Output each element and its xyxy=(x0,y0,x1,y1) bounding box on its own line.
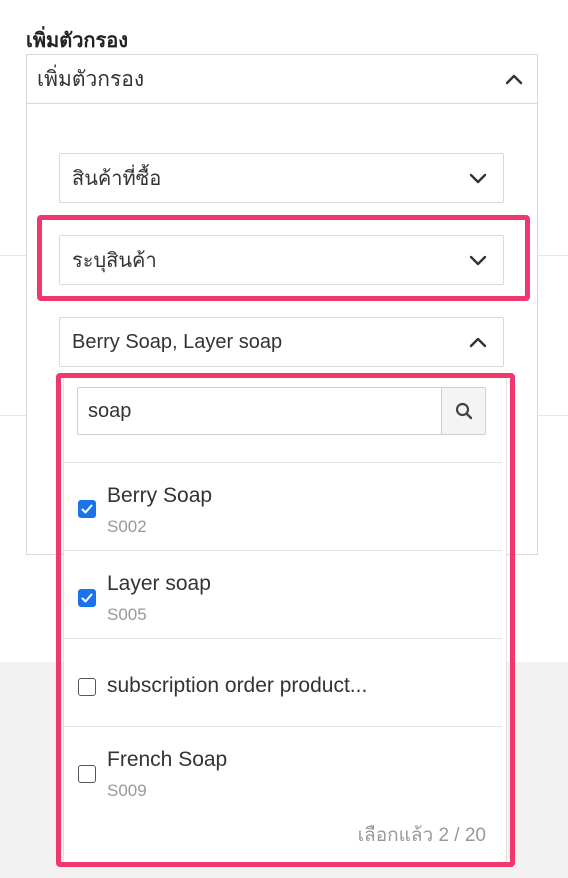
background-divider xyxy=(538,415,568,416)
add-filter-dropdown[interactable]: เพิ่มตัวกรอง xyxy=(26,54,538,104)
add-filter-label: เพิ่มตัวกรอง xyxy=(37,67,145,91)
chevron-down-icon xyxy=(467,249,489,271)
select-label: Berry Soap, Layer soap xyxy=(72,330,283,353)
search-icon xyxy=(455,402,472,420)
background-divider xyxy=(0,255,26,256)
select-label: ระบุสินค้า xyxy=(72,250,157,272)
checkbox[interactable] xyxy=(78,678,96,696)
product-search xyxy=(77,387,486,435)
chevron-up-icon xyxy=(467,331,489,353)
checkmark-icon xyxy=(81,593,93,603)
background-divider xyxy=(0,415,26,416)
list-item[interactable]: Layer soap S005 xyxy=(64,551,502,639)
select-label: สินค้าที่ซื้อ xyxy=(72,168,162,190)
option-name: French Soap xyxy=(107,748,228,771)
search-input[interactable] xyxy=(77,387,441,435)
checkbox[interactable] xyxy=(78,589,96,607)
chevron-down-icon xyxy=(467,167,489,189)
option-code: S002 xyxy=(107,517,147,536)
list-item[interactable]: Berry Soap S002 xyxy=(64,463,502,551)
search-button[interactable] xyxy=(441,387,486,435)
option-name: subscription order product... xyxy=(107,674,368,697)
chevron-up-icon xyxy=(503,68,525,90)
checkbox[interactable] xyxy=(78,500,96,518)
option-code: S009 xyxy=(107,781,147,800)
checkbox[interactable] xyxy=(78,765,96,783)
background-divider xyxy=(538,255,568,256)
list-item[interactable]: French Soap S009 xyxy=(64,727,502,815)
option-name: Layer soap xyxy=(107,572,211,595)
option-name: Berry Soap xyxy=(107,484,213,507)
section-title: เพิ่มตัวกรอง xyxy=(26,30,129,52)
product-multi-select[interactable]: Berry Soap, Layer soap xyxy=(59,317,504,367)
checkmark-icon xyxy=(81,504,93,514)
specify-product-select[interactable]: ระบุสินค้า xyxy=(59,235,504,285)
option-code: S005 xyxy=(107,605,147,624)
selected-count: เลือกแล้ว 2 / 20 xyxy=(357,825,486,846)
purchased-product-select[interactable]: สินค้าที่ซื้อ xyxy=(59,153,504,203)
list-item[interactable]: subscription order product... xyxy=(64,639,502,727)
